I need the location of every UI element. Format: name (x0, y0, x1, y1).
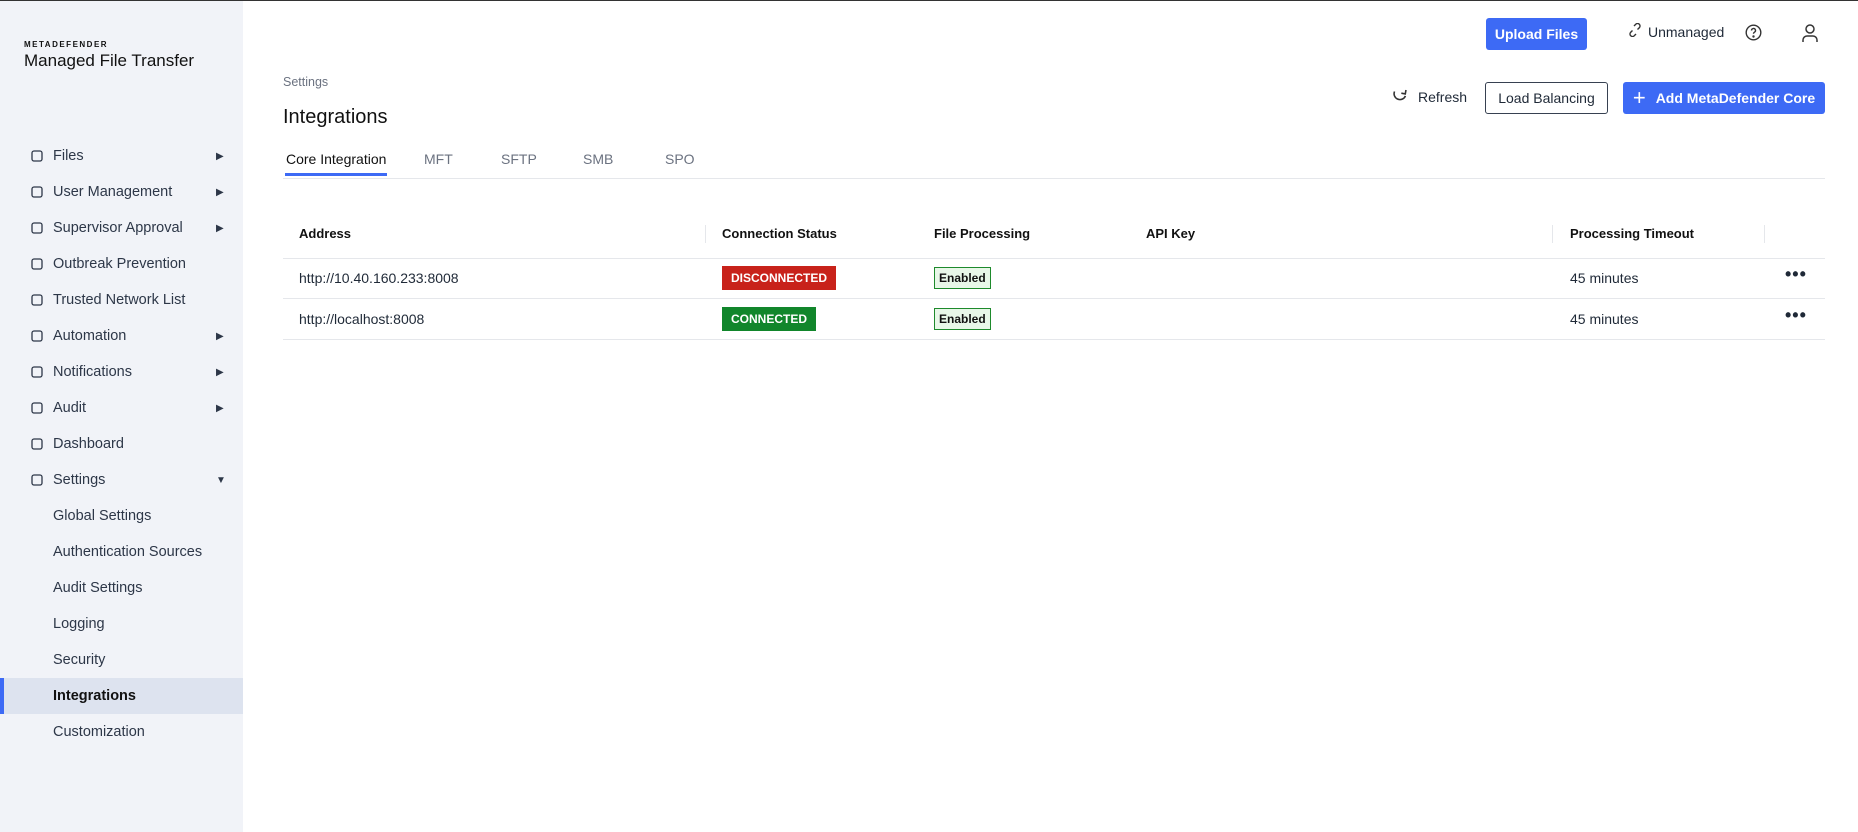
header-file-processing[interactable]: File Processing (934, 226, 1030, 241)
approval-icon (29, 220, 45, 236)
users-icon (29, 184, 45, 200)
sidebar-item-label: Audit (53, 400, 87, 416)
sidebar-item-label: Files (53, 148, 84, 164)
sidebar: METADEFENDER Managed File Transfer Files… (0, 1, 243, 832)
sidebar-item-label: Customization (53, 724, 145, 740)
unmanaged-label: Unmanaged (1648, 23, 1725, 40)
breadcrumb[interactable]: Settings (283, 75, 328, 89)
broken-link-icon (1628, 22, 1642, 40)
column-separator[interactable] (705, 225, 706, 243)
gear-icon (29, 472, 45, 488)
row-divider (283, 298, 1825, 299)
sidebar-item-label: Logging (53, 616, 105, 632)
globe-icon (29, 292, 45, 308)
sidebar-item-label: Automation (53, 328, 127, 344)
caret-right-icon: ▶ (216, 330, 224, 342)
tab-smb[interactable]: SMB (583, 151, 613, 167)
user-icon[interactable] (1801, 23, 1819, 48)
sidebar-item-outbreak-prevention[interactable]: Outbreak Prevention (0, 246, 243, 282)
sidebar-item-authentication-sources[interactable]: Authentication Sources (0, 534, 243, 570)
unmanaged-link[interactable]: Unmanaged (1628, 22, 1725, 40)
address-cell: http://localhost:8008 (299, 311, 425, 327)
sidebar-item-notifications[interactable]: Notifications ▶ (0, 354, 243, 390)
caret-down-icon: ▼ (216, 474, 226, 486)
sidebar-item-label: Supervisor Approval (53, 220, 183, 236)
status-badge: DISCONNECTED (722, 266, 837, 290)
column-separator[interactable] (1552, 225, 1553, 243)
files-icon (29, 148, 45, 164)
plus-icon: + (1632, 85, 1646, 110)
sidebar-item-user-management[interactable]: User Management ▶ (0, 174, 243, 210)
sidebar-item-trusted-network-list[interactable]: Trusted Network List (0, 282, 243, 318)
brand-small: METADEFENDER (24, 40, 109, 49)
tab-spo[interactable]: SPO (665, 151, 695, 167)
sidebar-item-label: Audit Settings (53, 580, 143, 596)
file-processing-badge: Enabled (934, 308, 991, 330)
more-actions-icon[interactable]: ••• (1785, 305, 1807, 326)
refresh-label: Refresh (1418, 88, 1468, 105)
sidebar-item-label: Notifications (53, 364, 132, 380)
sidebar-item-label: Settings (53, 472, 106, 488)
caret-right-icon: ▶ (216, 186, 224, 198)
timeout-cell: 45 minutes (1570, 311, 1639, 327)
sidebar-item-label: Integrations (53, 688, 136, 704)
sidebar-item-label: Security (53, 652, 106, 668)
column-separator[interactable] (1764, 225, 1765, 243)
help-icon[interactable] (1745, 24, 1762, 46)
tab-sftp[interactable]: SFTP (501, 151, 537, 167)
add-core-button[interactable]: + Add MetaDefender Core (1623, 82, 1825, 114)
sidebar-item-label: Authentication Sources (53, 544, 203, 560)
brand-title[interactable]: Managed File Transfer (24, 51, 194, 71)
sidebar-item-integrations[interactable]: Integrations (0, 678, 243, 714)
sidebar-item-label: Trusted Network List (53, 292, 186, 308)
sidebar-item-audit[interactable]: Audit ▶ (0, 390, 243, 426)
sidebar-item-settings[interactable]: Settings ▼ (0, 462, 243, 498)
sidebar-item-dashboard[interactable]: Dashboard (0, 426, 243, 462)
header-processing-timeout[interactable]: Processing Timeout (1570, 226, 1694, 241)
sidebar-item-customization[interactable]: Customization (0, 714, 243, 750)
bell-icon (29, 364, 45, 380)
caret-right-icon: ▶ (216, 150, 224, 162)
status-badge: CONNECTED (722, 307, 817, 331)
page-title: Integrations (283, 106, 388, 128)
upload-files-button[interactable]: Upload Files (1486, 18, 1587, 50)
sidebar-item-automation[interactable]: Automation ▶ (0, 318, 243, 354)
sidebar-item-label: Global Settings (53, 508, 152, 524)
sidebar-item-files[interactable]: Files ▶ (0, 138, 243, 174)
sidebar-item-supervisor-approval[interactable]: Supervisor Approval ▶ (0, 210, 243, 246)
sidebar-item-label: Dashboard (53, 436, 124, 452)
timeout-cell: 45 minutes (1570, 270, 1639, 286)
tab-core-integration[interactable]: Core Integration (286, 151, 386, 167)
add-core-label: Add MetaDefender Core (1655, 90, 1816, 106)
caret-right-icon: ▶ (216, 402, 224, 414)
tabs-divider (283, 178, 1825, 179)
sidebar-item-label: Outbreak Prevention (53, 256, 186, 272)
tab-mft[interactable]: MFT (424, 151, 453, 167)
sidebar-nav: Files ▶ User Management ▶ Supervisor Approva… (0, 138, 243, 750)
load-balancing-button[interactable]: Load Balancing (1485, 82, 1608, 114)
sidebar-item-security[interactable]: Security (0, 642, 243, 678)
caret-right-icon: ▶ (216, 366, 224, 378)
header-address[interactable]: Address (299, 226, 351, 241)
refresh-button[interactable]: Refresh (1392, 87, 1467, 106)
automation-icon (29, 328, 45, 344)
header-api-key[interactable]: API Key (1146, 226, 1195, 241)
sidebar-item-label: User Management (53, 184, 173, 200)
row-divider (283, 339, 1825, 340)
caret-right-icon: ▶ (216, 222, 224, 234)
sidebar-item-audit-settings[interactable]: Audit Settings (0, 570, 243, 606)
file-processing-badge: Enabled (934, 267, 991, 289)
header-connection-status[interactable]: Connection Status (722, 226, 837, 241)
audit-icon (29, 400, 45, 416)
sidebar-item-global-settings[interactable]: Global Settings (0, 498, 243, 534)
sidebar-item-logging[interactable]: Logging (0, 606, 243, 642)
address-cell: http://10.40.160.233:8008 (299, 270, 459, 286)
refresh-icon (1392, 87, 1408, 106)
gauge-icon (29, 436, 45, 452)
shield-icon (29, 256, 45, 272)
active-tab-indicator (285, 173, 387, 176)
more-actions-icon[interactable]: ••• (1785, 264, 1807, 285)
row-divider (283, 258, 1825, 259)
